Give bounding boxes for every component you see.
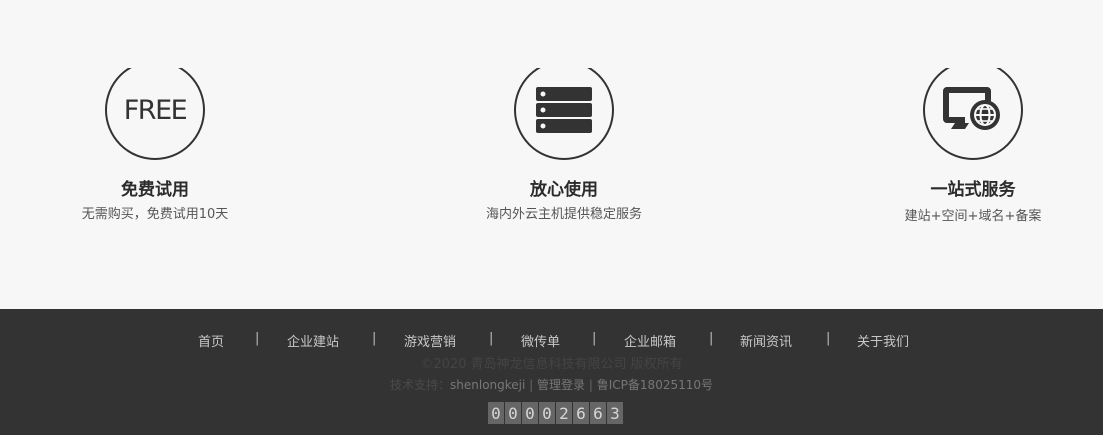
admin-login-link[interactable]: 管理登录 [537,378,585,392]
counter-digit: 0 [505,402,521,424]
support-separator: | [529,378,534,392]
footer-nav-enterprise-mail[interactable]: 企业邮箱 [624,331,676,350]
footer-nav-about[interactable]: 关于我们 [857,331,909,350]
monitor-globe-icon [943,87,1000,130]
feature-desc: 建站+空间+域名+备案 [904,209,1042,224]
feature-title: 一站式服务 [930,180,1016,200]
support-separator: | [588,378,593,392]
footer-nav-news[interactable]: 新闻资讯 [740,331,792,350]
counter-digit: 2 [556,402,572,424]
support-link[interactable]: shenlongkeji [450,378,525,392]
counter-digit: 0 [522,402,538,424]
support-line: 技术支持：shenlongkeji | 管理登录 | 鲁ICP备18025110… [0,376,1103,393]
footer-nav-micro-flyer[interactable]: 微传单 [521,331,560,350]
copyright-text: ©2020 青岛神龙信息科技有限公司 版权所有 [420,357,683,372]
footer-nav-enterprise-site[interactable]: 企业建站 [287,331,339,350]
feature-icon-circle [923,58,1023,160]
feature-title: 免费试用 [121,180,189,200]
feature-title: 放心使用 [530,180,598,200]
counter-digit: 6 [590,402,606,424]
feature-desc: 海内外云主机提供稳定服务 [485,207,642,222]
nav-separator: | [826,331,831,346]
nav-separator: | [489,331,494,346]
counter-digit: 3 [607,402,623,424]
support-prefix: 技术支持： [390,378,451,392]
counter-digit: 0 [539,402,555,424]
visit-counter: 0 0 0 0 2 6 6 3 [488,402,623,424]
icp-link[interactable]: 鲁ICP备18025110号 [597,378,713,392]
free-text-icon: FREE [123,94,188,126]
feature-icon-circle: FREE [105,58,205,160]
footer-nav-home[interactable]: 首页 [198,331,224,350]
counter-digit: 6 [573,402,589,424]
counter-digit: 0 [488,402,504,424]
site-footer: 首页 | 企业建站 | 游戏营销 | 微传单 | 企业邮箱 | 新闻资讯 | 关… [0,309,1103,435]
feature-icon-circle [514,58,614,160]
nav-separator: | [372,331,377,346]
footer-nav: 首页 | 企业建站 | 游戏营销 | 微传单 | 企业邮箱 | 新闻资讯 | 关… [0,331,1103,351]
nav-separator: | [255,331,260,346]
features-section: FREE 免费试用 无需购买，免费试用10天 放心使用 海内外云主机提供稳定服务 [0,0,1103,309]
server-icon [536,87,592,133]
nav-separator: | [709,331,714,346]
feature-desc: 无需购买，免费试用10天 [81,207,229,222]
nav-separator: | [592,331,597,346]
footer-nav-game-marketing[interactable]: 游戏营销 [404,331,456,350]
